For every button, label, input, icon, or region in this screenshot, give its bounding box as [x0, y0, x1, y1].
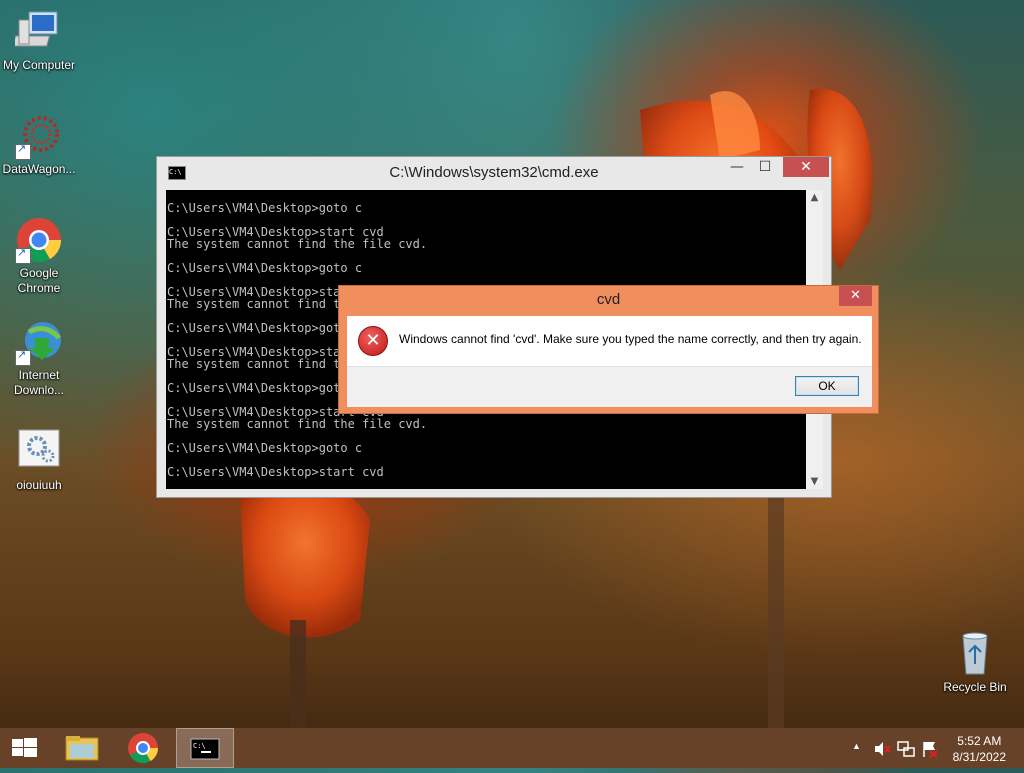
chrome-icon	[128, 733, 158, 764]
settings-file-icon	[15, 428, 63, 476]
ok-button[interactable]: OK	[795, 376, 859, 396]
desktop-icon-datawagon[interactable]: DataWagon...	[0, 112, 78, 177]
desktop-icon-label: Recycle Bin	[943, 680, 1007, 694]
clock-date: 8/31/2022	[952, 750, 1006, 764]
desktop-icon-label: Internet Downlo...	[13, 368, 65, 397]
shortcut-arrow-icon	[15, 142, 31, 160]
desktop-icon-label: oiouiuuh	[16, 478, 62, 492]
scroll-up-icon[interactable]: ▲	[806, 192, 823, 203]
system-tray: ▲	[848, 728, 948, 768]
console-line: The system cannot find the file cvd.	[167, 237, 428, 251]
shortcut-arrow-icon	[15, 246, 31, 264]
action-center-flag-icon[interactable]	[920, 739, 940, 759]
network-icon[interactable]	[896, 739, 916, 759]
console-line: C:\Users\VM4\Desktop>goto c	[167, 261, 363, 275]
desktop-icon-internet-download-manager[interactable]: Internet Downlo...	[0, 318, 78, 398]
console-line: C:\Users\VM4\Desktop>goto c	[167, 201, 363, 215]
taskbar: C:\ ▲ 5:52 AM 8/31/2022	[0, 728, 1024, 768]
taskbar-clock[interactable]: 5:52 AM 8/31/2022	[953, 733, 1006, 765]
svg-text:C:\: C:\	[193, 742, 206, 750]
desktop-icon-label: DataWagon...	[2, 162, 76, 176]
chrome-icon	[15, 216, 63, 264]
cmd-titlebar[interactable]: C:\ C:\Windows\system32\cmd.exe — ☐ ✕	[157, 157, 831, 190]
computer-icon	[12, 8, 63, 56]
error-dialog[interactable]: cvd ✕ ✕ Windows cannot find 'cvd'. Make …	[338, 285, 879, 414]
chrome-taskbar-button[interactable]	[116, 728, 172, 768]
desktop-icon-google-chrome[interactable]: Google Chrome	[0, 216, 78, 296]
volume-muted-icon[interactable]	[872, 739, 892, 759]
dialog-close-button[interactable]: ✕	[839, 286, 872, 306]
datawagon-icon	[15, 112, 63, 160]
show-hidden-icons[interactable]: ▲	[852, 741, 861, 751]
file-explorer-button[interactable]	[54, 728, 110, 768]
start-button[interactable]	[0, 728, 48, 768]
minimize-button[interactable]: —	[723, 157, 751, 177]
cmd-icon: C:\	[190, 738, 220, 760]
console-line: The system cannot find the file cvd.	[167, 417, 428, 431]
scroll-down-icon[interactable]: ▼	[806, 476, 823, 487]
clock-time: 5:52 AM	[957, 734, 1002, 748]
error-icon: ✕	[358, 326, 388, 356]
dialog-message: Windows cannot find 'cvd'. Make sure you…	[399, 332, 862, 346]
console-line: C:\Users\VM4\Desktop>start cvd	[167, 465, 384, 479]
desktop-icon-label: Google Chrome	[17, 266, 61, 295]
desktop-icon-label: My Computer	[2, 58, 76, 72]
dialog-title: cvd	[596, 291, 621, 308]
recycle-bin-icon	[951, 630, 999, 678]
console-line: C:\Users\VM4\Desktop>goto c	[167, 441, 363, 455]
file-explorer-icon	[65, 736, 99, 761]
dialog-content: ✕ Windows cannot find 'cvd'. Make sure y…	[347, 316, 872, 407]
close-button[interactable]: ✕	[783, 157, 829, 177]
shortcut-arrow-icon	[15, 348, 31, 366]
desktop-icon-recycle-bin[interactable]: Recycle Bin	[936, 630, 1014, 695]
desktop-icon-oiouiuuh[interactable]: oiouiuuh	[0, 428, 78, 493]
desktop-icon-my-computer[interactable]: My Computer	[0, 8, 78, 73]
dialog-footer: OK	[347, 366, 872, 407]
cmd-taskbar-button[interactable]: C:\	[176, 728, 234, 768]
maximize-button[interactable]: ☐	[751, 157, 779, 177]
windows-logo-icon	[12, 738, 37, 757]
internet-download-manager-icon	[15, 318, 63, 366]
